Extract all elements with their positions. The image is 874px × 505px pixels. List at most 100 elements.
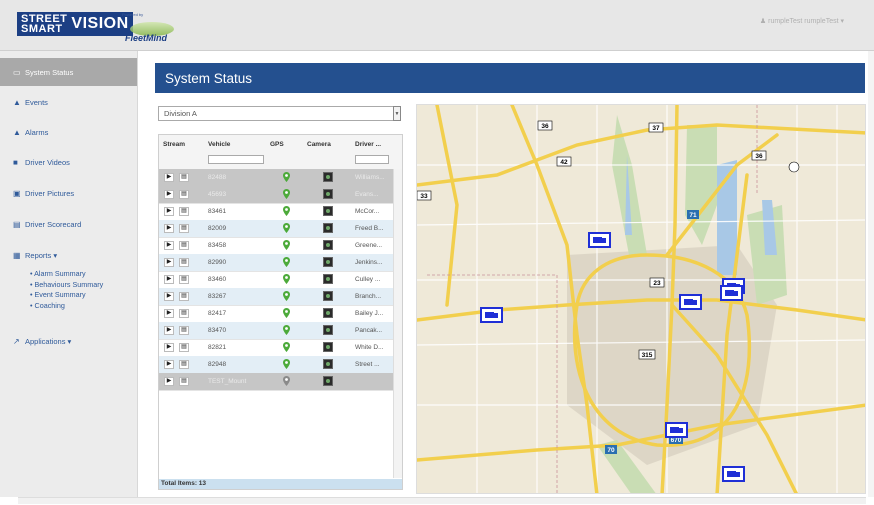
film-icon[interactable]: ▤: [179, 377, 189, 386]
gps-signal-icon: [283, 342, 290, 352]
play-stream-icon[interactable]: ▶: [164, 190, 174, 199]
camera-icon[interactable]: [323, 376, 333, 386]
film-icon[interactable]: ▤: [179, 309, 189, 318]
sidebar-item-reports[interactable]: ▦ Reports ▾: [0, 241, 137, 269]
sidebar-item-events[interactable]: ▲ Events: [0, 88, 137, 116]
film-icon[interactable]: ▤: [179, 343, 189, 352]
sidebar-item-alarms[interactable]: ▲ Alarms: [0, 118, 137, 146]
submenu-event-summary[interactable]: • Event Summary: [30, 290, 103, 301]
gps-signal-icon: [283, 240, 290, 250]
table-row[interactable]: ▶ ▤ 83461 McCor...: [159, 203, 394, 221]
camera-icon[interactable]: [323, 240, 333, 250]
table-row[interactable]: ▶ ▤ 82488 Williams...: [159, 169, 394, 187]
sidebar-item-driver-videos[interactable]: ■ Driver Videos: [0, 148, 137, 176]
route-670-label: 670: [671, 437, 682, 444]
film-icon[interactable]: ▤: [179, 173, 189, 182]
camera-icon[interactable]: [323, 274, 333, 284]
col-stream[interactable]: Stream: [163, 141, 185, 148]
film-icon[interactable]: ▤: [179, 241, 189, 250]
driver-cell: Jenkins...: [355, 259, 383, 266]
table-row[interactable]: ▶ ▤ 45693 Evans...: [159, 186, 394, 204]
film-icon[interactable]: ▤: [179, 207, 189, 216]
sidebar-item-driver-pictures[interactable]: ▣ Driver Pictures: [0, 179, 137, 207]
table-row[interactable]: ▶ ▤ 83267 Branch...: [159, 288, 394, 306]
col-vehicle[interactable]: Vehicle: [208, 141, 230, 148]
table-row[interactable]: ▶ ▤ 82821 White D...: [159, 339, 394, 357]
play-stream-icon[interactable]: ▶: [164, 309, 174, 318]
camera-icon[interactable]: [323, 325, 333, 335]
streetsmart-logo[interactable]: STREET SMART VISION: [17, 12, 133, 36]
table-row[interactable]: ▶ ▤ TEST_Mount: [159, 373, 394, 391]
play-stream-icon[interactable]: ▶: [164, 241, 174, 250]
vehicle-cell: TEST_Mount: [208, 378, 247, 385]
page-horizontal-scrollbar[interactable]: [18, 497, 866, 504]
camera-icon[interactable]: [323, 189, 333, 199]
vehicle-marker: [588, 232, 611, 248]
play-stream-icon[interactable]: ▶: [164, 258, 174, 267]
table-row[interactable]: ▶ ▤ 83470 Pancak...: [159, 322, 394, 340]
col-driver[interactable]: Driver ...: [355, 141, 381, 148]
submenu-coaching[interactable]: • Coaching: [30, 301, 103, 312]
monitor-icon: ▭: [13, 67, 21, 77]
film-icon[interactable]: ▤: [179, 275, 189, 284]
play-stream-icon[interactable]: ▶: [164, 292, 174, 301]
camera-icon[interactable]: [323, 342, 333, 352]
table-row[interactable]: ▶ ▤ 82009 Freed B...: [159, 220, 394, 238]
camera-icon[interactable]: [323, 257, 333, 267]
video-icon: ■: [13, 157, 18, 167]
vehicle-filter-input[interactable]: [208, 155, 264, 164]
film-icon[interactable]: ▤: [179, 360, 189, 369]
vehicle-cell: 45693: [208, 191, 227, 198]
driver-filter-input[interactable]: [355, 155, 389, 164]
col-gps[interactable]: GPS: [270, 141, 284, 148]
play-stream-icon[interactable]: ▶: [164, 377, 174, 386]
vehicle-cell: 82821: [208, 344, 227, 351]
picture-icon: ▣: [13, 188, 21, 198]
film-icon[interactable]: ▤: [179, 224, 189, 233]
camera-icon[interactable]: [323, 308, 333, 318]
table-row[interactable]: ▶ ▤ 82417 Bailey J...: [159, 305, 394, 323]
driver-cell: Greene...: [355, 242, 383, 249]
film-icon[interactable]: ▤: [179, 326, 189, 335]
sidebar-item-driver-scorecard[interactable]: ▤ Driver Scorecard: [0, 210, 137, 238]
sidebar-item-system-status[interactable]: ▭ System Status: [0, 58, 137, 86]
play-stream-icon[interactable]: ▶: [164, 224, 174, 233]
reports-icon: ▦: [13, 250, 21, 260]
camera-icon[interactable]: [323, 172, 333, 182]
grid-scrollbar[interactable]: [393, 169, 402, 478]
film-icon[interactable]: ▤: [179, 190, 189, 199]
play-stream-icon[interactable]: ▶: [164, 360, 174, 369]
play-stream-icon[interactable]: ▶: [164, 275, 174, 284]
vehicle-cell: 83470: [208, 327, 227, 334]
route-70-label: 70: [607, 447, 615, 454]
bell-icon: ▲: [13, 127, 21, 137]
camera-icon[interactable]: [323, 291, 333, 301]
page-vertical-scrollbar[interactable]: [868, 51, 874, 497]
table-row[interactable]: ▶ ▤ 83460 Culley ...: [159, 271, 394, 289]
play-stream-icon[interactable]: ▶: [164, 207, 174, 216]
film-icon[interactable]: ▤: [179, 292, 189, 301]
map-view[interactable]: 36 37 42 33 36 23 71 315 70 670: [416, 104, 866, 494]
division-select[interactable]: Division A ▼: [158, 106, 401, 121]
submenu-alarm-summary[interactable]: • Alarm Summary: [30, 269, 103, 280]
play-stream-icon[interactable]: ▶: [164, 343, 174, 352]
play-stream-icon[interactable]: ▶: [164, 326, 174, 335]
table-row[interactable]: ▶ ▤ 82990 Jenkins...: [159, 254, 394, 272]
page-title: System Status: [155, 63, 865, 93]
camera-icon[interactable]: [323, 206, 333, 216]
table-row[interactable]: ▶ ▤ 82948 Street ...: [159, 356, 394, 374]
play-stream-icon[interactable]: ▶: [164, 173, 174, 182]
gps-signal-icon: [283, 359, 290, 369]
dropdown-arrow-icon[interactable]: ▼: [393, 106, 401, 121]
camera-icon[interactable]: [323, 359, 333, 369]
gps-signal-icon: [283, 274, 290, 284]
driver-cell: Freed B...: [355, 225, 384, 232]
map-canvas[interactable]: 36 37 42 33 36 23 71 315 70 670: [417, 105, 866, 494]
col-camera[interactable]: Camera: [307, 141, 331, 148]
submenu-behaviours-summary[interactable]: • Behaviours Summary: [30, 280, 103, 291]
film-icon[interactable]: ▤: [179, 258, 189, 267]
table-row[interactable]: ▶ ▤ 83458 Greene...: [159, 237, 394, 255]
user-menu[interactable]: ♟ rumpleTest rumpleTest ▾: [760, 17, 844, 25]
sidebar-item-applications[interactable]: ↗ Applications ▾: [0, 327, 137, 355]
camera-icon[interactable]: [323, 223, 333, 233]
